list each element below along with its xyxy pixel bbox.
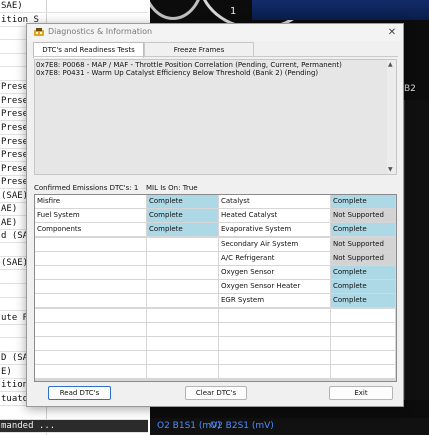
tab-panel-border: [33, 56, 398, 57]
readiness-monitor-name: EGR System: [219, 294, 331, 309]
exit-button[interactable]: Exit: [329, 386, 393, 400]
diagnostics-dialog: Diagnostics & Information ✕ DTC's and Re…: [26, 23, 404, 407]
empty-cell: [219, 365, 331, 380]
readiness-status: Complete: [147, 195, 219, 209]
gauge-number: 1: [230, 6, 237, 17]
readiness-status: Not Supported: [331, 251, 396, 266]
empty-cell: [35, 266, 147, 280]
empty-cell: [35, 251, 147, 266]
readiness-status: Not Supported: [331, 237, 396, 252]
empty-cell: [35, 294, 147, 309]
readiness-monitor-name: Oxygen Sensor: [219, 266, 331, 280]
empty-cell: [35, 337, 147, 351]
background-list-row: [0, 407, 148, 420]
dtc-list[interactable]: 0x7E8: P0068 - MAP / MAF - Throttle Posi…: [34, 59, 397, 175]
readiness-monitor-name: Misfire: [35, 195, 147, 209]
empty-cell: [331, 322, 396, 337]
empty-cell: [35, 237, 147, 252]
readiness-status: Complete: [147, 223, 219, 238]
o2-sensor-label: O2 B2S1 (mV): [210, 421, 274, 431]
read-dtcs-button[interactable]: Read DTC's: [48, 386, 111, 400]
empty-cell: [331, 351, 396, 366]
readiness-monitor-name: Evaporative System: [219, 223, 331, 238]
background-graph: [404, 100, 429, 400]
empty-cell: [35, 322, 147, 337]
empty-cell: [35, 308, 147, 323]
readiness-monitor-name: Catalyst: [219, 195, 331, 209]
empty-cell: [147, 337, 219, 351]
scroll-up-icon[interactable]: ▲: [388, 61, 393, 68]
confirmed-dtc-count: Confirmed Emissions DTC's: 1: [34, 184, 139, 192]
background-list-row: manded ...: [0, 420, 148, 434]
mil-status: MIL Is On: True: [146, 184, 198, 192]
readiness-status: Complete: [331, 266, 396, 280]
empty-cell: [331, 308, 396, 323]
empty-cell: [35, 351, 147, 366]
empty-cell: [147, 322, 219, 337]
gauge-dial: [150, 0, 204, 20]
dtc-entry[interactable]: 0x7E8: P0068 - MAP / MAF - Throttle Posi…: [36, 61, 342, 69]
readiness-status: Complete: [331, 195, 396, 209]
gauge-panel: [252, 0, 429, 20]
empty-cell: [147, 266, 219, 280]
readiness-status: Complete: [331, 280, 396, 295]
empty-cell: [219, 322, 331, 337]
tab-freeze-frames[interactable]: Freeze Frames: [144, 42, 254, 57]
title-bar[interactable]: Diagnostics & Information ✕: [27, 24, 403, 41]
empty-cell: [35, 365, 147, 380]
readiness-table: Misfire Complete Catalyst Complete Fuel Syst…: [34, 194, 397, 382]
empty-cell: [147, 294, 219, 309]
empty-cell: [331, 365, 396, 380]
dtc-scrollbar[interactable]: ▲ ▼: [387, 60, 396, 174]
readiness-status: Complete: [331, 294, 396, 309]
readiness-monitor-name: Components: [35, 223, 147, 238]
scroll-down-icon[interactable]: ▼: [388, 166, 393, 173]
background-list-row: SAE): [0, 0, 148, 13]
empty-cell: [147, 280, 219, 295]
empty-cell: [147, 351, 219, 366]
background-footer: O2 B1S1 (mV) O2 B2S1 (mV): [150, 418, 429, 435]
readiness-monitor-name: Secondary Air System: [219, 237, 331, 252]
empty-cell: [331, 337, 396, 351]
empty-cell: [35, 280, 147, 295]
clear-dtcs-button[interactable]: Clear DTC's: [185, 386, 247, 400]
empty-cell: [219, 308, 331, 323]
readiness-status: Complete: [147, 209, 219, 224]
empty-cell: [147, 237, 219, 252]
readiness-monitor-name: Heated Catalyst: [219, 209, 331, 224]
readiness-monitor-name: A/C Refrigerant: [219, 251, 331, 266]
empty-cell: [147, 251, 219, 266]
empty-cell: [219, 337, 331, 351]
readiness-status: Complete: [331, 223, 396, 238]
readiness-monitor-name: Oxygen Sensor Heater: [219, 280, 331, 295]
empty-cell: [147, 365, 219, 380]
window-title: Diagnostics & Information: [48, 27, 153, 36]
empty-cell: [219, 351, 331, 366]
close-icon[interactable]: ✕: [381, 24, 403, 41]
empty-cell: [147, 308, 219, 323]
readiness-monitor-name: Fuel System: [35, 209, 147, 224]
readiness-status: Not Supported: [331, 209, 396, 224]
b2-label: B2: [404, 84, 416, 94]
dtc-entry[interactable]: 0x7E8: P0431 - Warm Up Catalyst Efficien…: [36, 69, 318, 77]
app-icon: [34, 28, 44, 36]
